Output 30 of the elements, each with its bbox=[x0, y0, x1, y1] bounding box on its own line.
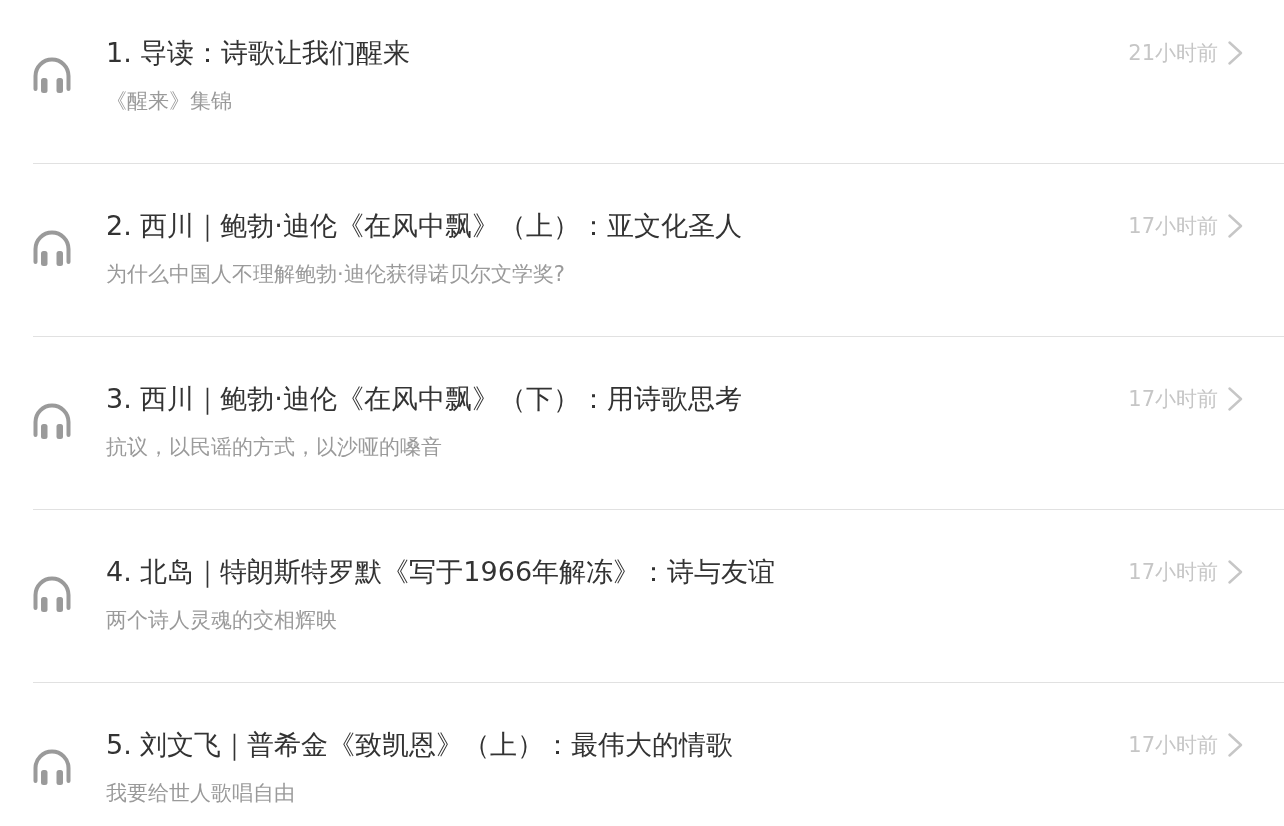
episode-subtitle: 《醒来》集锦 bbox=[106, 88, 233, 115]
headphones-icon bbox=[33, 749, 71, 785]
episode-list-item[interactable]: 1. 导读：诗歌让我们醒来 《醒来》集锦 21小时前 bbox=[33, 0, 1284, 164]
headphones-icon bbox=[33, 57, 71, 93]
episode-time: 17小时前 bbox=[1128, 386, 1218, 413]
episode-list-item[interactable]: 4. 北岛｜特朗斯特罗默《写于1966年解冻》：诗与友谊 两个诗人灵魂的交相辉映 17小时前 bbox=[33, 510, 1284, 683]
episode-subtitle: 抗议，以民谣的方式，以沙哑的嗓音 bbox=[106, 434, 443, 461]
episode-title: 5. 刘文飞｜普希金《致凯恩》（上）：最伟大的情歌 bbox=[106, 728, 735, 763]
episode-subtitle: 两个诗人灵魂的交相辉映 bbox=[106, 607, 338, 634]
headphones-icon bbox=[33, 230, 71, 266]
chevron-right-icon bbox=[1228, 214, 1243, 238]
episode-time: 17小时前 bbox=[1128, 213, 1218, 240]
episode-time: 17小时前 bbox=[1128, 732, 1218, 759]
episode-time: 21小时前 bbox=[1128, 40, 1218, 67]
episode-subtitle: 为什么中国人不理解鲍勃·迪伦获得诺贝尔文学奖? bbox=[106, 261, 566, 288]
episode-title: 1. 导读：诗歌让我们醒来 bbox=[106, 36, 412, 70]
headphones-icon bbox=[33, 576, 71, 612]
episode-subtitle: 我要给世人歌唱自由 bbox=[106, 780, 296, 807]
chevron-right-icon bbox=[1228, 41, 1243, 65]
episode-title: 3. 西川｜鲍勃·迪伦《在风中飘》（下）：用诗歌思考 bbox=[106, 382, 743, 417]
chevron-right-icon bbox=[1228, 560, 1243, 584]
episode-title: 2. 西川｜鲍勃·迪伦《在风中飘》（上）：亚文化圣人 bbox=[106, 209, 743, 244]
episode-time: 17小时前 bbox=[1128, 559, 1218, 586]
episode-list-item[interactable]: 3. 西川｜鲍勃·迪伦《在风中飘》（下）：用诗歌思考 抗议，以民谣的方式，以沙哑的嗓音 17小时前 bbox=[33, 337, 1284, 510]
episode-list-item[interactable]: 2. 西川｜鲍勃·迪伦《在风中飘》（上）：亚文化圣人 为什么中国人不理解鲍勃·迪伦获得诺贝尔文学奖? 17小时前 bbox=[33, 164, 1284, 337]
episode-title: 4. 北岛｜特朗斯特罗默《写于1966年解冻》：诗与友谊 bbox=[106, 555, 777, 590]
chevron-right-icon bbox=[1228, 733, 1243, 757]
chevron-right-icon bbox=[1228, 387, 1243, 411]
headphones-icon bbox=[33, 403, 71, 439]
episode-list-item[interactable]: 5. 刘文飞｜普希金《致凯恩》（上）：最伟大的情歌 我要给世人歌唱自由 17小时前 bbox=[33, 683, 1284, 807]
